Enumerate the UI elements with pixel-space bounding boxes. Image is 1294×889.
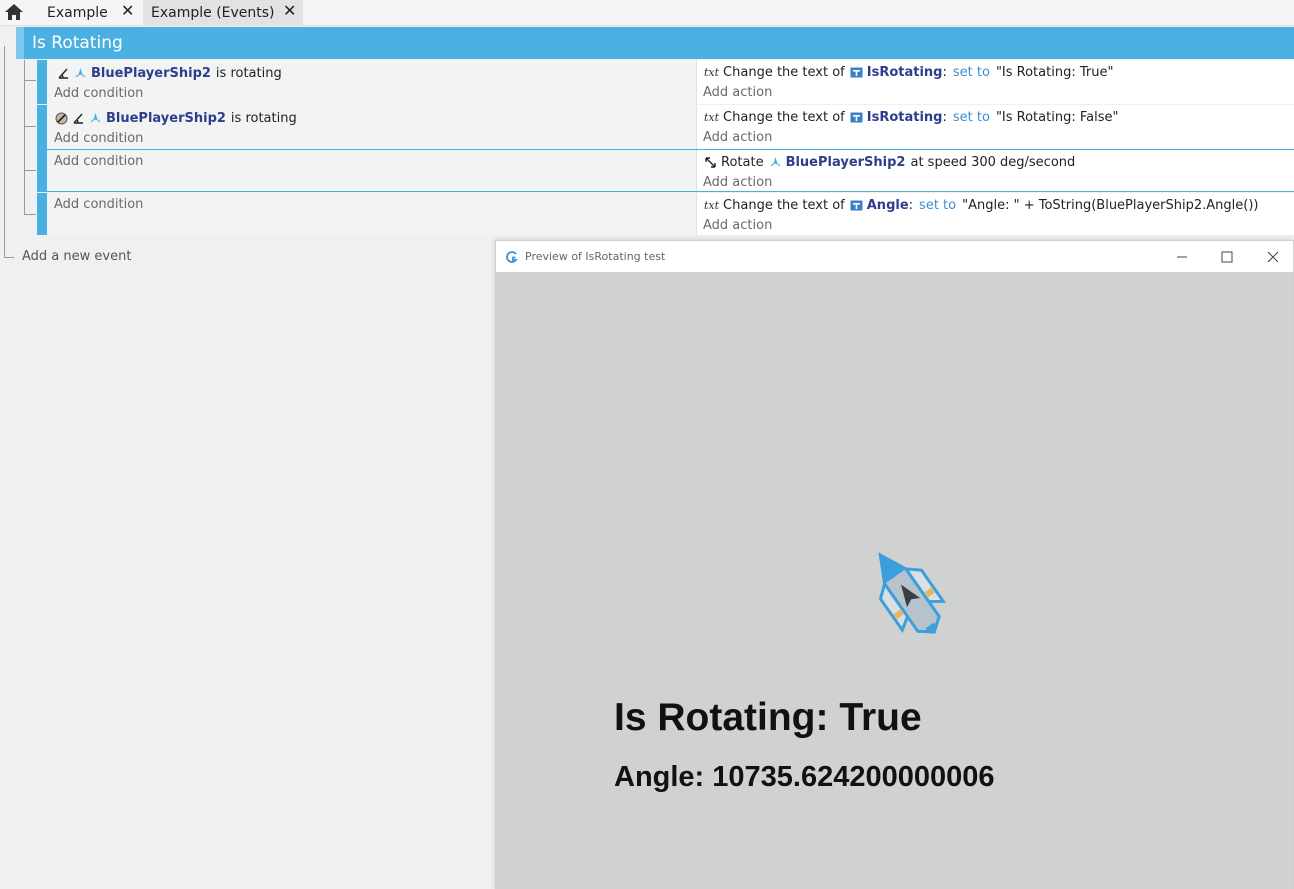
add-action-link[interactable]: Add action	[703, 175, 772, 190]
action-prefix: Change the text of	[723, 197, 845, 213]
action-prefix: Change the text of	[723, 64, 845, 80]
tab-label: Example (Events)	[151, 5, 275, 21]
text-icon: txt	[704, 65, 720, 79]
tree-line	[24, 214, 36, 215]
event-row[interactable]: BluePlayerShip2 is rotating Add conditio…	[37, 60, 1294, 104]
angle-text: Angle: 10735.624200000006	[614, 761, 995, 793]
add-condition-link[interactable]: Add condition	[54, 86, 143, 101]
event-row[interactable]: Add condition Rotate BluePlayerShip2 at …	[37, 150, 1294, 191]
tab-bar: Example ✕ Example (Events) ✕	[0, 0, 1294, 26]
operator: set to	[919, 197, 957, 213]
actions-area[interactable]: txt Change the text of IsRotating: set t…	[698, 60, 1294, 104]
maximize-icon[interactable]	[1217, 247, 1237, 267]
text-icon: txt	[704, 198, 720, 212]
add-action-link[interactable]: Add action	[703, 218, 772, 233]
actions-area[interactable]: txt Change the text of Angle: set to "An…	[698, 193, 1294, 235]
event-bar	[37, 105, 47, 149]
preview-window[interactable]: Preview of IsRotating test Is Rotating: …	[495, 240, 1294, 889]
close-icon[interactable]: ✕	[283, 3, 296, 19]
rotate-icon	[705, 156, 716, 168]
operator: set to	[952, 64, 990, 80]
event-bar	[37, 150, 47, 191]
action-value: "Is Rotating: False"	[995, 109, 1119, 125]
preview-title: Preview of IsRotating test	[525, 250, 666, 263]
event-separator	[37, 191, 1294, 192]
object-name: BluePlayerShip2	[785, 154, 906, 170]
object-name: BluePlayerShip2	[106, 110, 226, 126]
tab-example-events[interactable]: Example (Events) ✕	[143, 0, 303, 26]
tab-example[interactable]: Example ✕	[34, 0, 142, 26]
actions-area[interactable]: txt Change the text of IsRotating: set t…	[698, 105, 1294, 149]
object-name: BluePlayerShip2	[91, 65, 211, 81]
conditions-area[interactable]: BluePlayerShip2 is rotating Add conditio…	[47, 105, 697, 149]
is-rotating-text: Is Rotating: True	[614, 696, 922, 739]
ship-icon	[769, 156, 781, 166]
conditions-area[interactable]: Add condition	[47, 150, 697, 191]
add-action-link[interactable]: Add action	[703, 130, 772, 145]
action-prefix: Change the text of	[723, 109, 845, 125]
conditions-area[interactable]: BluePlayerShip2 is rotating Add conditio…	[47, 60, 697, 104]
angle-icon	[73, 113, 83, 124]
tree-line	[4, 46, 5, 258]
operator: set to	[952, 109, 990, 125]
close-icon[interactable]: ✕	[121, 3, 134, 19]
text-object-icon	[850, 67, 863, 77]
action-value: "Is Rotating: True"	[995, 64, 1114, 80]
add-condition-link[interactable]: Add condition	[54, 154, 143, 169]
action[interactable]: Rotate BluePlayerShip2 at speed 300 deg/…	[704, 153, 1075, 171]
event-row[interactable]: BluePlayerShip2 is rotating Add conditio…	[37, 105, 1294, 149]
group-title: Is Rotating	[32, 33, 123, 53]
tree-line	[24, 80, 36, 81]
tree-line	[24, 60, 25, 215]
preview-titlebar[interactable]: Preview of IsRotating test	[496, 241, 1293, 272]
event-group-header[interactable]: Is Rotating	[16, 27, 1294, 59]
group-bar	[16, 27, 24, 59]
text-object-icon	[850, 200, 863, 210]
gdevelop-icon	[506, 251, 518, 263]
angle-icon	[58, 68, 68, 79]
add-action-link[interactable]: Add action	[703, 85, 772, 100]
ship-icon	[75, 67, 86, 77]
add-condition-link[interactable]: Add condition	[54, 131, 143, 146]
tree-line	[24, 126, 36, 127]
action[interactable]: txt Change the text of Angle: set to "An…	[704, 196, 1258, 214]
action-suffix: at speed 300 deg/second	[910, 154, 1076, 170]
minimize-icon[interactable]	[1172, 247, 1192, 267]
actions-area[interactable]: Rotate BluePlayerShip2 at speed 300 deg/…	[698, 150, 1294, 191]
object-name: IsRotating	[866, 109, 943, 125]
event-row[interactable]: Add condition txt Change the text of Ang…	[37, 193, 1294, 235]
action[interactable]: txt Change the text of IsRotating: set t…	[704, 108, 1118, 126]
tab-label: Example	[47, 5, 108, 21]
condition-text: is rotating	[230, 110, 297, 126]
tree-line	[4, 257, 14, 258]
ship-icon	[90, 112, 101, 122]
conditions-area[interactable]: Add condition	[47, 193, 697, 235]
action-prefix: Rotate	[721, 154, 764, 170]
event-bar	[37, 60, 47, 104]
game-canvas[interactable]: Is Rotating: True Angle: 10735.624200000…	[496, 272, 1293, 889]
ship-icon	[878, 552, 947, 634]
close-icon[interactable]	[1263, 247, 1283, 267]
tree-line	[24, 170, 36, 171]
text-object-icon	[850, 112, 863, 122]
action[interactable]: txt Change the text of IsRotating: set t…	[704, 63, 1113, 81]
add-new-event-link[interactable]: Add a new event	[22, 249, 131, 264]
condition[interactable]: BluePlayerShip2 is rotating	[55, 109, 297, 127]
add-condition-link[interactable]: Add condition	[54, 197, 143, 212]
condition-text: is rotating	[215, 65, 282, 81]
invert-icon	[55, 112, 68, 124]
action-value: "Angle: " + ToString(BluePlayerShip2.Ang…	[962, 197, 1259, 213]
text-icon: txt	[704, 110, 720, 124]
object-name: IsRotating	[866, 64, 943, 80]
home-icon[interactable]	[4, 2, 24, 22]
object-name: Angle	[866, 197, 909, 213]
event-bar	[37, 193, 47, 235]
condition[interactable]: BluePlayerShip2 is rotating	[57, 64, 282, 82]
